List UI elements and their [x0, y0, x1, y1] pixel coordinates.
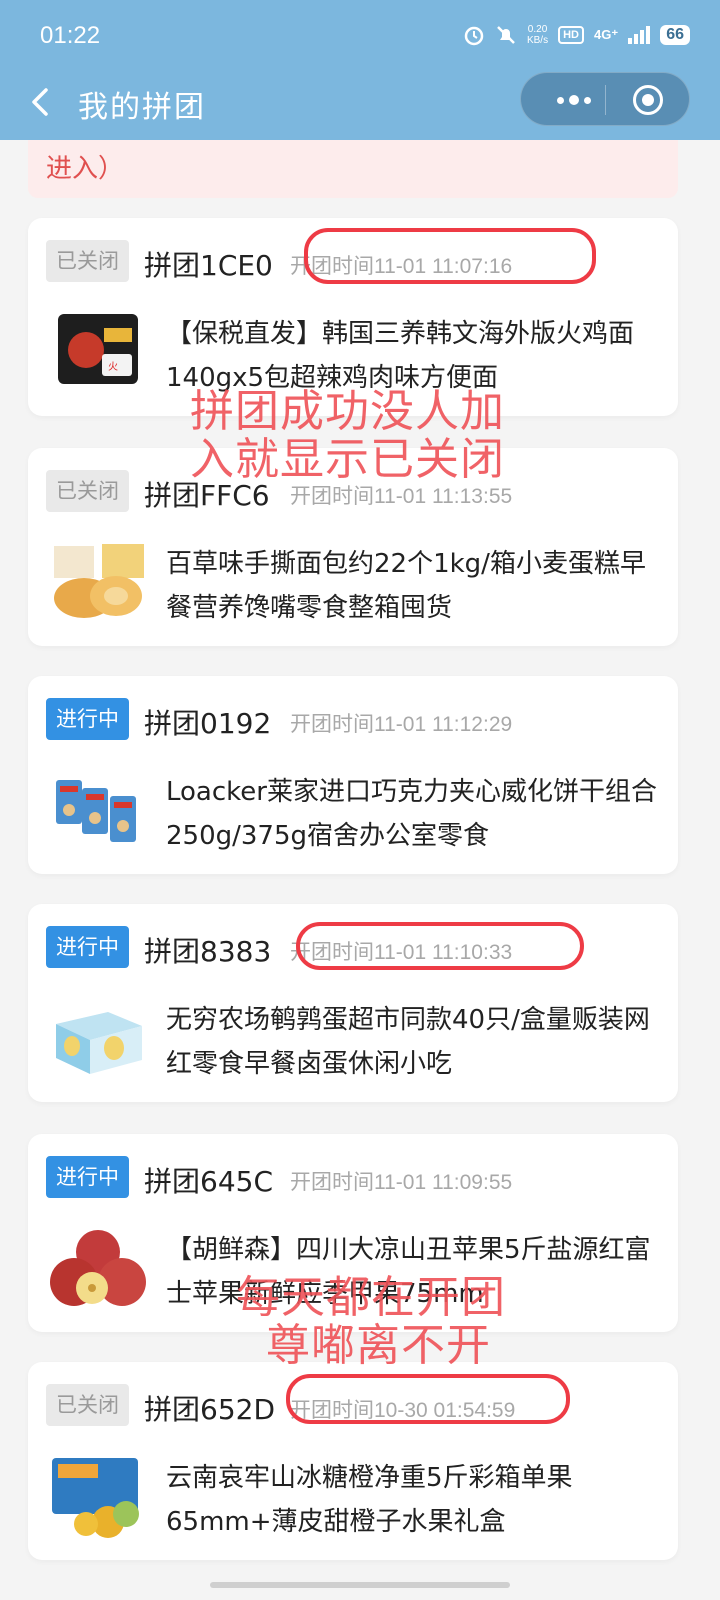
status-icons: 0.20 KB/s HD 4G⁺ 66	[463, 20, 690, 50]
open-time: 开团时间11-01 11:12:29	[290, 713, 513, 736]
status-badge: 进行中	[46, 926, 129, 968]
product-title: 百草味手撕面包约22个1kg/箱小麦蛋糕早餐营养馋嘴零食整箱囤货	[166, 549, 646, 623]
product-image-bread	[46, 538, 150, 628]
network-type: 4G⁺	[593, 27, 619, 42]
product-image-noodle-pack: 火	[46, 308, 150, 398]
mini-program-capsule	[520, 72, 690, 126]
product-image-egg-box	[46, 994, 150, 1084]
more-dots-icon[interactable]	[543, 73, 605, 127]
annotation-line: 每天都在开团	[236, 1272, 506, 1323]
status-badge: 进行中	[46, 698, 129, 740]
product-title: 无穷农场鹌鹑蛋超市同款40只/盒量贩装网红零食早餐卤蛋休闲小吃	[166, 1005, 650, 1079]
status-badge: 已关闭	[46, 1384, 129, 1426]
annotation-circle	[296, 922, 584, 970]
annotation-circle	[304, 228, 596, 284]
page-title: 我的拼团	[78, 90, 206, 125]
capsule-divider	[605, 85, 606, 115]
header-bar: 01:22 0.20 KB/s HD 4G⁺ 66 我的拼团	[0, 0, 720, 140]
status-badge: 已关闭	[46, 470, 129, 512]
status-time: 01:22	[40, 22, 101, 49]
annotation-note: 每天都在开团 尊嘟离不开	[236, 1274, 506, 1370]
product-image-wafer-bags	[46, 766, 150, 856]
status-badge: 进行中	[46, 1156, 129, 1198]
product-image-apples	[46, 1224, 150, 1314]
product-title: 云南哀牢山冰糖橙净重5斤彩箱单果65mm+薄皮甜橙子水果礼盒	[166, 1463, 573, 1537]
network-speed: 0.20 KB/s	[527, 24, 548, 46]
annotation-line: 尊嘟离不开	[266, 1320, 491, 1371]
back-arrow-icon[interactable]	[24, 82, 64, 122]
mute-bell-icon	[495, 24, 517, 46]
svg-text:火: 火	[108, 361, 118, 373]
battery-icon: 66	[660, 25, 690, 45]
home-indicator[interactable]	[210, 1582, 510, 1588]
speed-unit: KB/s	[526, 35, 549, 46]
notice-text: 进入）	[46, 154, 125, 184]
status-bar: 01:22 0.20 KB/s HD 4G⁺ 66	[0, 0, 720, 70]
alarm-icon	[463, 24, 485, 46]
navigation-bar: 我的拼团	[0, 70, 720, 140]
annotation-line: 入就显示已关闭	[190, 434, 505, 485]
group-id: 拼团645C	[144, 1165, 273, 1198]
annotation-note: 拼团成功没人加 入就显示已关闭	[190, 388, 505, 484]
open-time: 开团时间11-01 11:09:55	[290, 1171, 513, 1194]
group-id: 拼团0192	[144, 707, 272, 740]
status-badge: 已关闭	[46, 240, 129, 282]
hd-badge: HD	[558, 26, 584, 44]
group-id: 拼团1CE0	[144, 249, 273, 282]
notice-banner: 进入）	[28, 140, 678, 198]
speed-value: 0.20	[527, 24, 548, 35]
close-target-icon[interactable]	[633, 85, 663, 115]
annotation-circle	[286, 1374, 570, 1424]
annotation-line: 拼团成功没人加	[190, 386, 505, 437]
product-title: Loacker莱家进口巧克力夹心威化饼干组合250g/375g宿舍办公室零食	[166, 777, 657, 851]
group-id: 拼团8383	[144, 935, 272, 968]
product-image-orange-box	[46, 1452, 150, 1542]
signal-icon	[628, 26, 651, 44]
group-id: 拼团652D	[144, 1393, 276, 1426]
group-card[interactable]: 进行中 拼团0192 开团时间11-01 11:12:29 Loacker莱家进…	[28, 676, 678, 874]
